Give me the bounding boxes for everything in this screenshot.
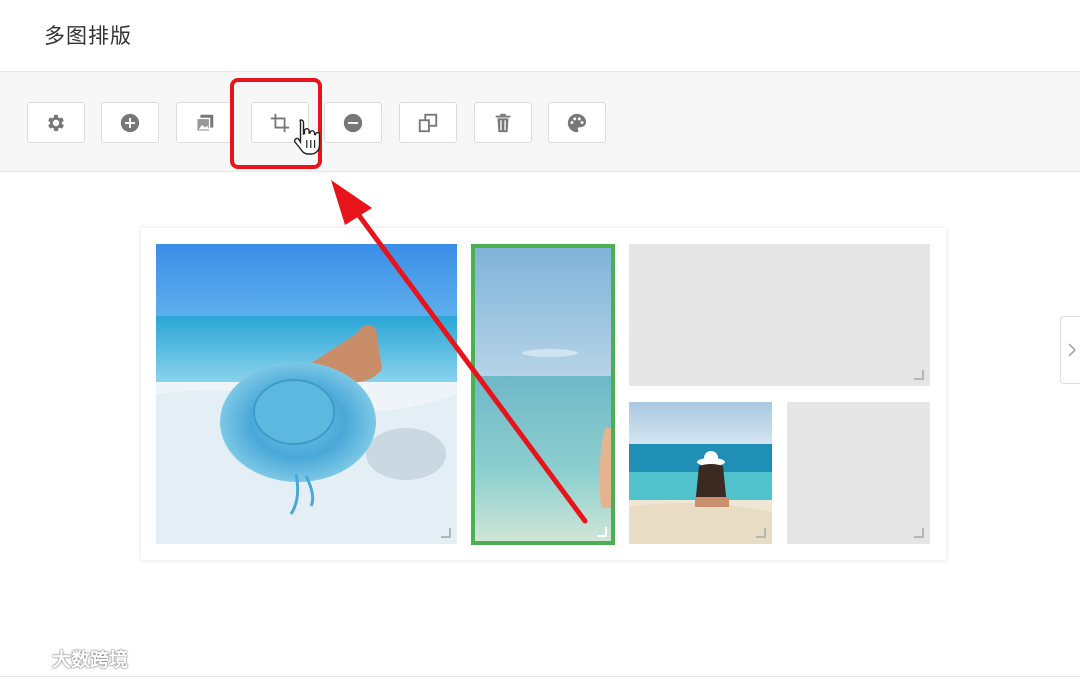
resize-handle-icon[interactable] bbox=[914, 370, 924, 380]
watermark: 大数跨境 bbox=[10, 645, 128, 672]
image-cell-5-empty[interactable] bbox=[787, 402, 930, 544]
image-cell-4[interactable] bbox=[629, 402, 772, 544]
sea-horizon-photo bbox=[475, 248, 611, 541]
plus-circle-icon bbox=[120, 113, 140, 132]
add-images-button[interactable] bbox=[176, 102, 234, 143]
hand-pointer-icon bbox=[293, 119, 321, 155]
image-cell-1[interactable] bbox=[156, 244, 457, 544]
duplicate-button[interactable] bbox=[399, 102, 457, 143]
page-title: 多图排版 bbox=[44, 24, 132, 48]
image-cell-2-selected[interactable] bbox=[471, 244, 615, 545]
side-panel-toggle[interactable] bbox=[1060, 316, 1080, 384]
chevron-right-icon bbox=[1068, 343, 1077, 357]
multi-image-layout-page: 多图排版 大数跨境 bbox=[0, 0, 1080, 679]
image-stack-icon bbox=[196, 114, 214, 132]
resize-handle-icon[interactable] bbox=[914, 528, 924, 538]
toolbar bbox=[0, 71, 1080, 172]
bottom-divider bbox=[0, 676, 1080, 677]
watermark-logo-icon bbox=[10, 651, 50, 670]
resize-handle-icon[interactable] bbox=[441, 528, 451, 538]
watermark-text: 大数跨境 bbox=[52, 649, 129, 671]
resize-handle-icon[interactable] bbox=[597, 527, 607, 537]
copy-icon bbox=[418, 113, 438, 132]
image-cell-3-empty[interactable] bbox=[629, 244, 930, 386]
layout-canvas bbox=[141, 228, 946, 560]
delete-button[interactable] bbox=[474, 102, 532, 143]
minus-circle-icon bbox=[343, 113, 363, 132]
remove-cell-button[interactable] bbox=[324, 102, 382, 143]
palette-icon bbox=[567, 113, 586, 132]
title-bar: 多图排版 bbox=[0, 0, 1080, 71]
trash-icon bbox=[495, 113, 511, 132]
resize-handle-icon[interactable] bbox=[756, 528, 766, 538]
settings-button[interactable] bbox=[27, 102, 85, 143]
beach-sitting-photo bbox=[629, 402, 772, 544]
beach-hat-photo bbox=[156, 244, 457, 544]
gear-icon bbox=[48, 114, 64, 131]
color-theme-button[interactable] bbox=[548, 102, 606, 143]
add-cell-button[interactable] bbox=[101, 102, 159, 143]
